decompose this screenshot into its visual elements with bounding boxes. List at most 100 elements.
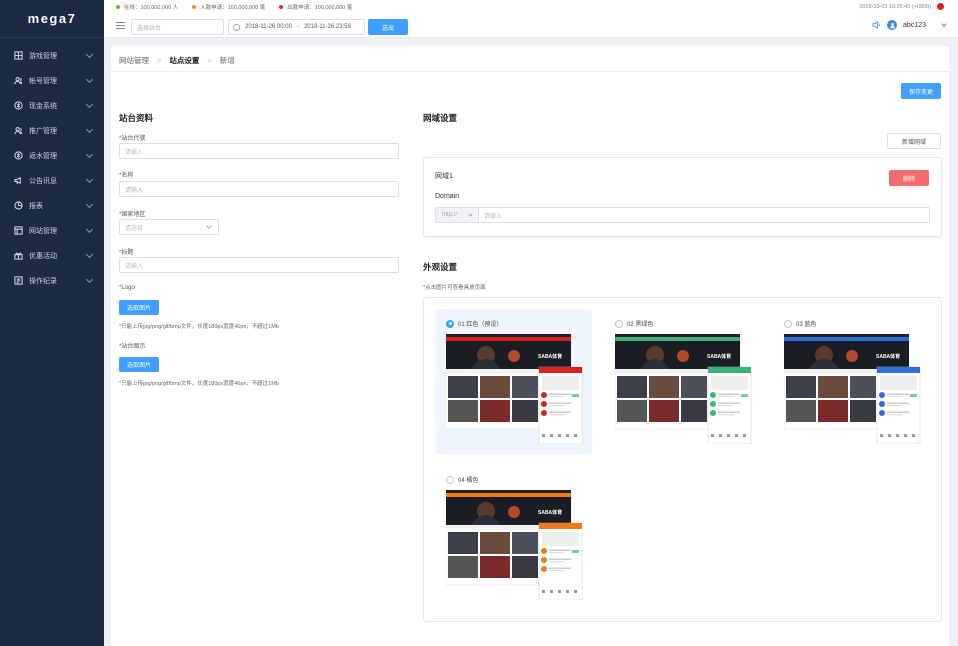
theme-label: 01 红色（预设） [458,322,503,328]
region-select[interactable]: 请选择 [119,219,219,235]
domain-card-title: 网域1 [435,173,453,180]
username[interactable]: abc123 [903,22,926,29]
speaker-icon[interactable] [872,21,881,29]
add-domain-button[interactable]: 新增网域 [887,133,941,149]
users-icon [13,126,23,136]
sidebar-item-label: 网站管理 [29,227,57,235]
sidebar-item-label: 游戏管理 [29,52,57,60]
theme-radio[interactable] [446,319,454,328]
user-area: abc123 [872,20,947,30]
chevron-down-icon [85,200,94,209]
date-range-picker[interactable]: 2018-11-26 00:00 - 2018-11-26 23:59 [228,19,365,35]
sidebar-item[interactable]: 帐号管理 [0,68,104,93]
flag-icon[interactable] [937,3,944,10]
chevron-down-icon [206,223,212,229]
sidebar-item-label: 优惠活动 [29,252,57,260]
preview-brand-text: SABA体育 [876,353,900,360]
avatar[interactable] [887,20,898,30]
breadcrumb-item[interactable]: 站点设置 [169,55,199,66]
stats-bar: 在线：100,000,000 人 入款申请：100,000,000 笔 出款申请… [116,3,352,11]
theme-preview-image[interactable]: SABA体育 [446,490,583,600]
divider [111,71,949,72]
breadcrumb-separator: > [157,56,162,65]
chevron-down-icon [85,150,94,159]
theme-radio[interactable] [615,319,623,328]
date-end: 2018-11-26 23:59 [303,24,351,30]
field-label: *Logo [119,285,135,291]
protocol-select[interactable]: http:// [435,207,478,223]
breadcrumb-item[interactable]: 网站管理 [119,55,149,66]
upload-hint: *只能上传jpg/png/gif/bmp文件，长度180px宽度46px，不超过… [119,381,279,387]
menu-toggle-icon[interactable] [116,22,125,29]
theme-label: 03 蓝色 [796,322,817,328]
theme-grid: 01 红色（预设） SABA体育 02 黑绿色 SABA体育 03 蓝色 SAB… [423,297,942,622]
list-icon [13,276,23,286]
theme-header: 03 蓝色 [784,319,816,328]
theme-header: 01 红色（预设） [446,319,502,328]
grid-icon [13,51,23,61]
status-dot [192,5,197,9]
top-bar: 在线：100,000,000 人 入款申请：100,000,000 笔 出款申请… [104,0,958,38]
theme-option-red[interactable]: 01 红色（预设） SABA体育 [435,309,592,454]
theme-label: 02 黑绿色 [627,322,654,328]
sidebar-item[interactable]: 游戏管理 [0,43,104,68]
title-input[interactable]: 请输入 [119,257,399,273]
sidebar-item[interactable]: 操作纪录 [0,268,104,293]
app-logo[interactable]: mega7 [0,0,104,38]
search-button[interactable]: 送出 [368,19,408,35]
status-dot [116,5,120,9]
server-clock: 2018-10-03 15:25:40 (+0800) [859,3,944,10]
coin-icon [13,101,23,111]
clock-icon [233,23,240,31]
chevron-down-icon [85,125,94,134]
save-button[interactable]: 保存变更 [901,83,941,99]
megaphone-icon [13,176,23,186]
chevron-down-icon [85,75,94,84]
appearance-hint: *点击图片可查看具放页面 [423,285,486,291]
section-title-appearance: 外观设置 [423,262,458,272]
theme-option-blue[interactable]: 03 蓝色 SABA体育 [773,309,930,454]
field-label: *站台图示 [119,344,146,350]
main-card: 网站管理 > 站点设置 > 新增 保存变更 站台资料 *站台代號 请输入 *名称… [111,46,949,646]
theme-radio[interactable] [784,319,792,328]
users-icon [13,76,23,86]
theme-radio[interactable] [446,475,454,484]
domain-input[interactable]: 请输入 [478,207,930,223]
field-label: *站台代號 [119,136,146,142]
sidebar-nav: 游戏管理帐号管理 现金系统推广管理返水管理公告讯息 报表网站管理优惠活动操作纪录 [0,38,104,293]
delete-domain-button[interactable]: 删除 [889,170,929,186]
chevron-down-icon [85,50,94,59]
chevron-down-icon [85,275,94,284]
domain-card: 网域1 删除 Domain http:// 请输入 [423,157,942,237]
sidebar-item[interactable]: 报表 [0,193,104,218]
preview-brand-text: SABA体育 [538,353,562,360]
select-logo-button[interactable]: 选取图片 [119,300,159,315]
sidebar-item[interactable]: 推广管理 [0,118,104,143]
section-title-site-info: 站台资料 [119,113,154,123]
sidebar-item[interactable]: 现金系统 [0,93,104,118]
select-icon-button[interactable]: 选取图片 [119,357,159,372]
field-label: *国家地区 [119,212,146,218]
site-code-input[interactable]: 请输入 [119,143,399,159]
field-label: *标题 [119,250,134,256]
name-input[interactable]: 请输入 [119,181,399,197]
theme-preview-image[interactable]: SABA体育 [615,334,752,444]
sidebar-item-label: 返水管理 [29,152,57,160]
sidebar-item[interactable]: 公告讯息 [0,168,104,193]
sidebar-item[interactable]: 网站管理 [0,218,104,243]
chevron-down-icon [85,100,94,109]
chevron-down-icon[interactable] [941,21,947,27]
sidebar-item-label: 操作纪录 [29,277,57,285]
breadcrumb-separator: > [207,56,212,65]
theme-preview-image[interactable]: SABA体育 [446,334,583,444]
sidebar-item[interactable]: 返水管理 [0,143,104,168]
field-label: Domain [435,193,460,200]
theme-preview-image[interactable]: SABA体育 [784,334,921,444]
stat-online: 在线：100,000,000 人 [116,3,178,11]
theme-option-orange[interactable]: 04 橘色 SABA体育 [435,465,592,610]
theme-option-black-green[interactable]: 02 黑绿色 SABA体育 [604,309,761,454]
chevron-down-icon [85,250,94,259]
site-select[interactable]: 选择站台 [131,19,224,35]
sidebar-item[interactable]: 优惠活动 [0,243,104,268]
sidebar-item-label: 推广管理 [29,127,57,135]
